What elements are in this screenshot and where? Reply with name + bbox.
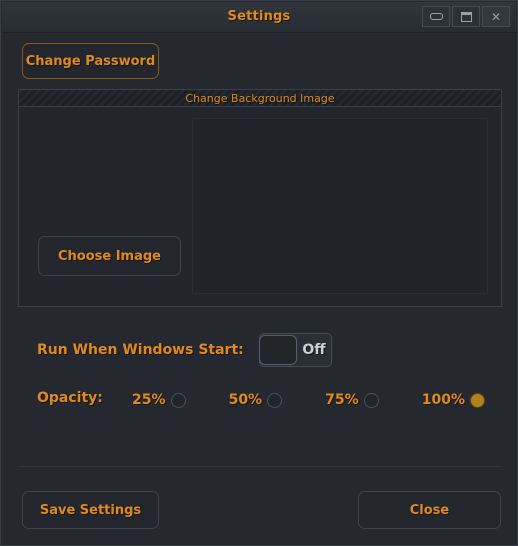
opacity-row: Opacity: 25% 50% 75% 100% (37, 387, 485, 413)
window-controls: ✕ (422, 6, 510, 27)
opacity-option-75[interactable]: 75% (325, 392, 379, 408)
run-on-startup-toggle[interactable]: Off (259, 333, 332, 367)
toggle-knob (259, 335, 297, 365)
opacity-option-25[interactable]: 25% (132, 392, 186, 408)
close-icon: ✕ (490, 9, 502, 24)
opacity-option-75-label: 75% (325, 392, 359, 408)
choose-image-button[interactable]: Choose Image (38, 236, 181, 276)
opacity-option-100-label: 100% (421, 392, 465, 408)
run-on-startup-row: Run When Windows Start: Off (37, 333, 337, 367)
title-bar: Settings ✕ (2, 2, 516, 33)
close-button[interactable]: ✕ (482, 6, 510, 27)
opacity-option-100[interactable]: 100% (422, 392, 485, 408)
opacity-options: 25% 50% 75% 100% (132, 387, 485, 413)
opacity-option-50-label: 50% (228, 392, 263, 408)
minimize-icon (429, 13, 443, 20)
close-dialog-button[interactable]: Close (358, 491, 501, 529)
group-title: Change Background Image (185, 91, 335, 105)
minimize-button[interactable] (422, 6, 450, 27)
save-settings-button[interactable]: Save Settings (22, 491, 159, 529)
opacity-option-50[interactable]: 50% (229, 392, 283, 408)
toggle-state-label: Off (302, 342, 326, 358)
opacity-option-25-label: 25% (132, 392, 166, 408)
settings-window: Settings ✕ Change Password Change Backgr… (0, 0, 518, 546)
run-on-startup-label: Run When Windows Start: (37, 342, 244, 358)
opacity-option-75-radio[interactable] (363, 392, 379, 408)
opacity-option-50-radio[interactable] (267, 392, 283, 408)
maximize-button[interactable] (452, 6, 480, 27)
opacity-option-25-radio[interactable] (170, 392, 186, 408)
opacity-option-100-radio[interactable] (470, 392, 485, 408)
background-image-preview[interactable] (192, 118, 488, 294)
maximize-icon (460, 11, 472, 22)
group-header: Change Background Image (19, 90, 501, 107)
change-background-image-group: Change Background Image Choose Image (18, 89, 502, 307)
footer-separator (18, 466, 502, 467)
opacity-label: Opacity: (37, 390, 103, 406)
change-password-button[interactable]: Change Password (22, 43, 159, 79)
group-body: Choose Image (19, 107, 501, 306)
